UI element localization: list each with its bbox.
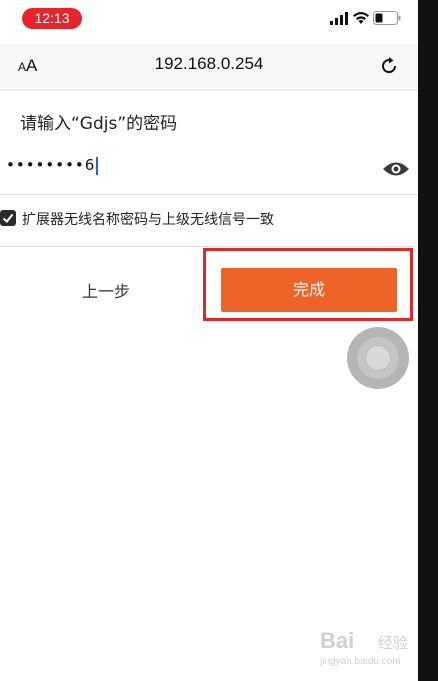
assistive-touch-button[interactable] [347, 327, 409, 389]
url-field[interactable]: 192.168.0.254 [0, 54, 418, 74]
browser-screen: 12:13 AA 192.168.0.254 请输入“Gdjs”的密码 •••• [0, 0, 418, 681]
sync-checkbox[interactable] [0, 210, 16, 226]
eye-icon[interactable] [382, 160, 410, 178]
assistive-touch-ring [357, 337, 399, 379]
address-bar[interactable]: AA 192.168.0.254 [0, 44, 418, 91]
wifi-icon [353, 12, 369, 24]
divider [0, 246, 418, 247]
checkmark-icon [2, 213, 14, 223]
password-value[interactable]: ••••••••6 [6, 156, 99, 175]
battery-icon [373, 11, 401, 25]
watermark-brand: Bai [320, 628, 355, 653]
watermark-url: jingyan.baidu.com [320, 656, 401, 667]
screen-edge [418, 0, 438, 681]
password-field[interactable]: ••••••••6 [0, 150, 418, 190]
reload-icon[interactable] [378, 55, 400, 77]
baidu-jingyan-watermark: Bai 经验 jingyan.baidu.com [318, 628, 418, 672]
cellular-signal-icon [330, 12, 348, 25]
divider [0, 194, 418, 195]
assistive-touch-core [365, 345, 391, 371]
text-caret [96, 156, 99, 175]
password-masked: •••••••• [6, 156, 85, 174]
annotation-highlight-box [203, 248, 413, 321]
watermark-sub: 经验 [378, 635, 409, 652]
sync-checkbox-label: 扩展器无线名称密码与上级无线信号一致 [22, 212, 274, 228]
previous-step-button[interactable]: 上一步 [60, 272, 152, 312]
status-time: 12:13 [22, 8, 82, 29]
password-last-char: 6 [84, 156, 96, 174]
status-bar: 12:13 [0, 0, 418, 38]
sync-option[interactable]: 扩展器无线名称密码与上级无线信号一致 [0, 207, 418, 233]
password-prompt: 请输入“Gdjs”的密码 [20, 114, 178, 134]
